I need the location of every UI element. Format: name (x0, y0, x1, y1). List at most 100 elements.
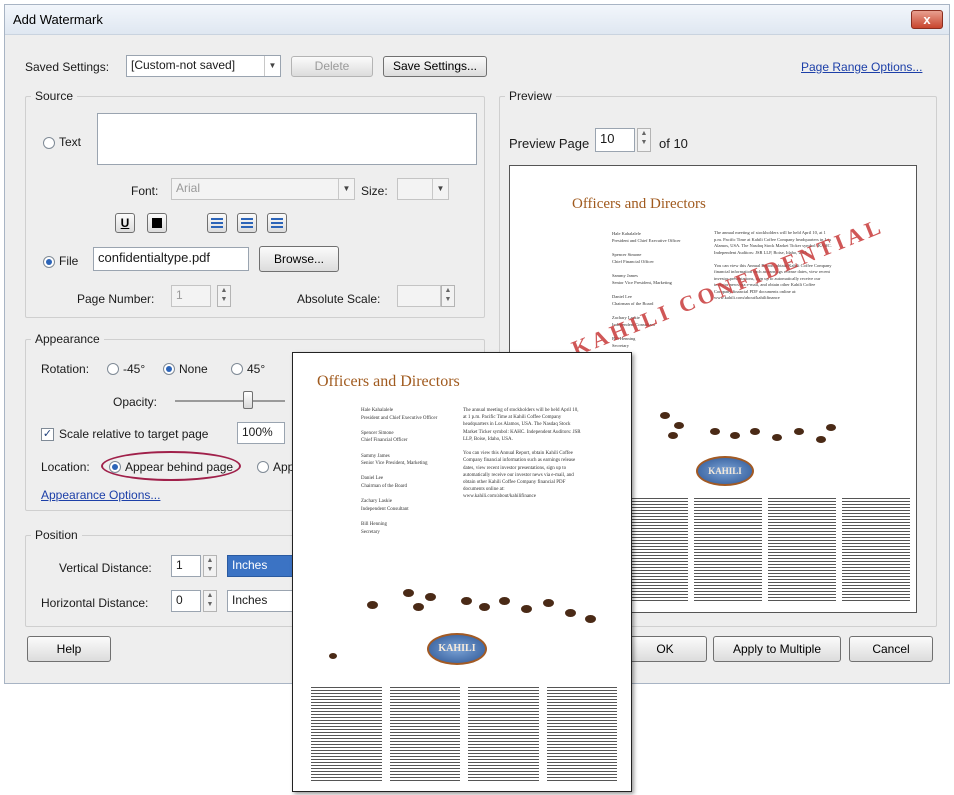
underline-button[interactable]: U (115, 213, 135, 233)
coffee-bean (730, 432, 740, 439)
saved-settings-select[interactable]: [Custom-not saved] ▼ (126, 55, 281, 77)
rotation-45-radio[interactable] (231, 363, 243, 375)
coffee-bean (674, 422, 684, 429)
close-icon: x (923, 12, 931, 27)
location-label: Location: (41, 460, 90, 474)
page-range-options-link[interactable]: Page Range Options... (801, 60, 922, 74)
appearance-options-link[interactable]: Appearance Options... (41, 488, 160, 502)
horizontal-distance-label: Horizontal Distance: (41, 596, 149, 610)
text-column (768, 498, 836, 602)
coffee-bean (543, 599, 554, 607)
coffee-bean (668, 432, 678, 439)
appear-behind-radio[interactable] (109, 461, 121, 473)
align-center-button[interactable] (237, 213, 257, 233)
coffee-bean (461, 597, 472, 605)
close-button[interactable]: x (911, 10, 943, 29)
position-title: Position (31, 528, 82, 542)
coffee-bean (413, 603, 424, 611)
coffee-bean (816, 436, 826, 443)
text-radio[interactable] (43, 137, 55, 149)
absolute-scale-stepper[interactable]: ▲ ▼ (441, 285, 455, 307)
vertical-distance-stepper[interactable]: ▲ ▼ (203, 555, 217, 577)
preview-page-label: Preview Page (509, 136, 590, 151)
chevron-down-icon: ▼ (264, 56, 280, 76)
color-swatch-icon (152, 218, 162, 228)
coffee-bean (521, 605, 532, 613)
coffee-bean (794, 428, 804, 435)
stepper-icon: ▲ ▼ (220, 287, 228, 303)
watermark-text-area[interactable] (97, 113, 477, 165)
size-select[interactable]: ▼ (397, 178, 449, 200)
horizontal-distance-field[interactable]: 0 (171, 590, 201, 612)
kahili-logo: KAHILI (427, 633, 487, 665)
align-center-icon (241, 218, 253, 228)
page-number-stepper[interactable]: ▲ ▼ (217, 285, 231, 307)
text-column (694, 498, 762, 602)
underline-icon: U (120, 216, 130, 230)
chevron-down-icon: ▼ (432, 179, 448, 199)
title-bar: Add Watermark x (5, 5, 949, 35)
font-value: Arial (176, 181, 201, 195)
saved-settings-value: [Custom-not saved] (131, 58, 236, 72)
horizontal-unit-select[interactable]: Inches (227, 590, 297, 612)
text-color-button[interactable] (147, 213, 167, 233)
overlay-document-page: Officers and Directors Hale Kahalalele P… (292, 352, 632, 792)
size-label: Size: (361, 184, 388, 198)
vertical-distance-label: Vertical Distance: (59, 561, 152, 575)
appearance-title: Appearance (31, 332, 104, 346)
preview-page-field[interactable]: 10 (595, 128, 635, 152)
coffee-bean (403, 589, 414, 597)
coffee-bean (585, 615, 596, 623)
rotation-label: Rotation: (41, 362, 90, 376)
coffee-bean (772, 434, 782, 441)
stepper-icon: ▲ ▼ (206, 592, 214, 608)
window-title: Add Watermark (13, 12, 103, 27)
appear-on-top-radio[interactable] (257, 461, 269, 473)
help-button[interactable]: Help (27, 636, 111, 662)
vertical-unit-select[interactable]: Inches (227, 555, 297, 577)
delete-button[interactable]: Delete (291, 56, 373, 77)
absolute-scale-field[interactable] (397, 285, 441, 307)
vertical-distance-field[interactable]: 1 (171, 555, 201, 577)
align-left-button[interactable] (207, 213, 227, 233)
preview-page-stepper[interactable]: ▲ ▼ (637, 128, 651, 152)
opacity-slider-track[interactable] (175, 391, 285, 409)
rotation-none-label: None (179, 362, 208, 376)
opacity-label: Opacity: (113, 395, 158, 409)
scale-percent-field[interactable]: 100% (237, 422, 285, 444)
font-select[interactable]: Arial ▼ (171, 178, 355, 200)
browse-button[interactable]: Browse... (259, 246, 339, 272)
align-right-icon (271, 218, 283, 228)
opacity-slider-thumb[interactable] (243, 391, 253, 409)
checkmark-icon: ✓ (42, 428, 53, 440)
stepper-icon: ▲ ▼ (640, 130, 648, 146)
page-number-field[interactable]: 1 (171, 285, 211, 307)
source-title: Source (31, 89, 78, 103)
text-column (389, 687, 460, 783)
horizontal-distance-stepper[interactable]: ▲ ▼ (203, 590, 217, 612)
file-path-field[interactable]: confidentialtype.pdf (93, 247, 249, 271)
scale-relative-label: Scale relative to target page (59, 427, 209, 441)
overlay-body-columns (311, 687, 617, 783)
coffee-bean (367, 601, 378, 609)
preview-doc-heading: Officers and Directors (572, 196, 706, 212)
coffee-bean (710, 428, 720, 435)
text-column (842, 498, 910, 602)
coffee-bean (499, 597, 510, 605)
overlay-doc-heading: Officers and Directors (317, 373, 460, 390)
ok-button[interactable]: OK (623, 636, 707, 662)
cancel-button[interactable]: Cancel (849, 636, 933, 662)
coffee-bean (565, 609, 576, 617)
preview-body-columns (620, 498, 910, 602)
rotation-minus45-radio[interactable] (107, 363, 119, 375)
coffee-bean (660, 412, 670, 419)
kahili-logo: KAHILI (696, 456, 754, 486)
scale-relative-checkbox[interactable]: ✓ (41, 428, 54, 441)
overlay-doc-notice: The annual meeting of stockholders will … (463, 408, 581, 500)
align-right-button[interactable] (267, 213, 287, 233)
save-settings-button[interactable]: Save Settings... (383, 56, 487, 77)
file-radio[interactable] (43, 256, 55, 268)
rotation-none-radio[interactable] (163, 363, 175, 375)
apply-to-multiple-button[interactable]: Apply to Multiple (713, 636, 841, 662)
font-label: Font: (131, 184, 159, 198)
